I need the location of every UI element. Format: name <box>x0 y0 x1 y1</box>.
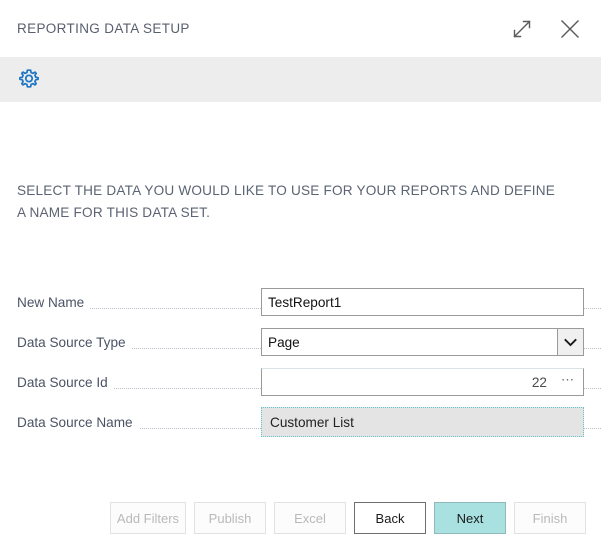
field-control-new-name: TestReport1 <box>261 288 584 316</box>
title-bar-actions <box>505 12 587 46</box>
data-source-type-select[interactable]: Page <box>261 328 584 356</box>
ellipsis-icon[interactable]: ⋯ <box>561 373 575 390</box>
field-row-data-source-id: Data Source Id 22 ⋯ <box>0 362 601 402</box>
field-control-data-source-id: 22 ⋯ <box>261 368 584 396</box>
add-filters-button[interactable]: Add Filters <box>110 502 186 534</box>
field-control-data-source-type: Page <box>261 328 584 356</box>
label-data-source-name: Data Source Name <box>17 414 139 430</box>
page-title: REPORTING DATA SETUP <box>17 21 190 36</box>
finish-button[interactable]: Finish <box>514 502 586 534</box>
next-button[interactable]: Next <box>434 502 506 534</box>
reporting-data-setup-dialog: REPORTING DATA SETUP SELECT THE DATA YOU… <box>0 0 601 544</box>
new-name-input[interactable]: TestReport1 <box>261 288 584 316</box>
field-control-data-source-name: Customer List <box>261 407 584 437</box>
data-source-name-input[interactable]: Customer List <box>261 407 584 437</box>
label-new-name: New Name <box>17 294 91 310</box>
field-row-data-source-type: Data Source Type Page <box>0 322 601 362</box>
data-source-type-value: Page <box>268 334 300 350</box>
dialog-footer: Add Filters Publish Excel Back Next Fini… <box>0 500 601 544</box>
gear-icon[interactable] <box>14 65 44 95</box>
dialog-body: SELECT THE DATA YOU WOULD LIKE TO USE FO… <box>0 102 601 544</box>
data-source-id-value: 22 <box>531 374 547 390</box>
data-source-name-value: Customer List <box>270 414 354 430</box>
title-bar: REPORTING DATA SETUP <box>0 0 601 57</box>
setup-form: New Name TestReport1 Data Source Type Pa… <box>0 282 601 442</box>
expand-diagonal-icon[interactable] <box>505 12 539 46</box>
publish-button[interactable]: Publish <box>194 502 266 534</box>
instructions-text: SELECT THE DATA YOU WOULD LIKE TO USE FO… <box>17 183 555 220</box>
field-row-data-source-name: Data Source Name Customer List <box>0 402 601 442</box>
excel-button[interactable]: Excel <box>274 502 346 534</box>
data-source-id-input[interactable]: 22 ⋯ <box>261 368 584 396</box>
footer-button-row: Add Filters Publish Excel Back Next Fini… <box>110 502 586 534</box>
label-data-source-type: Data Source Type <box>17 334 132 350</box>
field-row-new-name: New Name TestReport1 <box>0 282 601 322</box>
chevron-down-icon[interactable] <box>557 329 583 355</box>
back-button[interactable]: Back <box>354 502 426 534</box>
new-name-value: TestReport1 <box>268 294 342 310</box>
label-data-source-id: Data Source Id <box>17 374 114 390</box>
toolbar-band <box>0 57 601 102</box>
close-icon[interactable] <box>553 12 587 46</box>
